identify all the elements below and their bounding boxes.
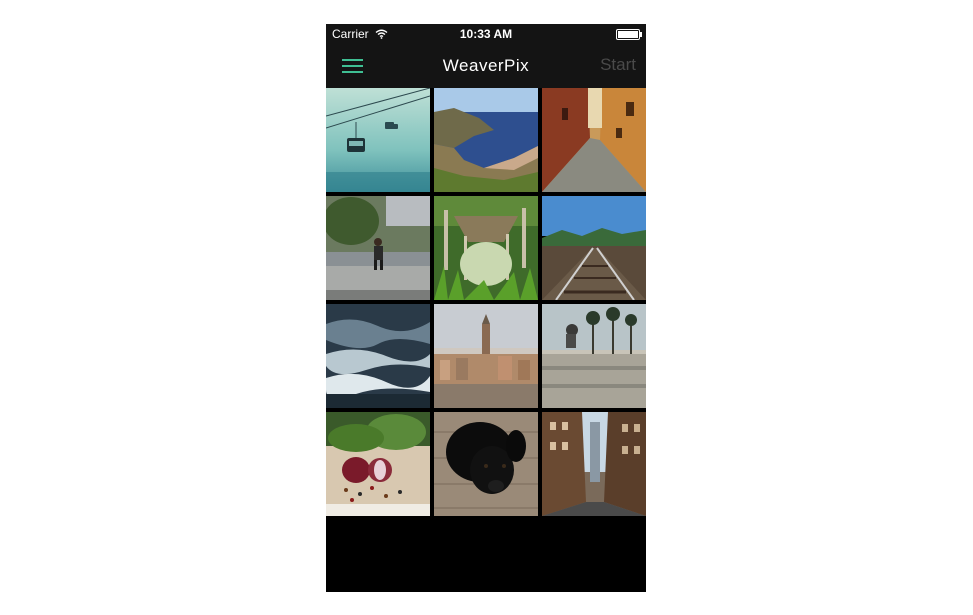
- photo-tile[interactable]: [434, 304, 538, 408]
- start-button[interactable]: Start: [600, 55, 636, 75]
- photo-tile[interactable]: [542, 304, 646, 408]
- skater-palms-image: [542, 304, 646, 408]
- photo-tile[interactable]: [434, 88, 538, 192]
- photo-tile[interactable]: [542, 196, 646, 300]
- wooden-pier-image: [434, 196, 538, 300]
- onion-image: [326, 412, 430, 516]
- photo-tile[interactable]: [326, 88, 430, 192]
- photo-tile[interactable]: [326, 196, 430, 300]
- photo-tile[interactable]: [434, 196, 538, 300]
- railway-image: [542, 196, 646, 300]
- phone-screen: Carrier 10:33 AM WeaverPix Start: [326, 24, 646, 592]
- status-time: 10:33 AM: [459, 27, 513, 41]
- photo-tile[interactable]: [542, 88, 646, 192]
- black-dog-image: [434, 412, 538, 516]
- city-street-image: [542, 412, 646, 516]
- photo-tile[interactable]: [326, 412, 430, 516]
- ocean-waves-image: [326, 304, 430, 408]
- photo-grid: [326, 88, 646, 516]
- app-title: WeaverPix: [442, 56, 530, 75]
- photo-tile[interactable]: [326, 304, 430, 408]
- photo-tile[interactable]: [542, 412, 646, 516]
- battery-icon: [616, 29, 642, 40]
- photo-tile[interactable]: [434, 412, 538, 516]
- city-skyline-image: [434, 304, 538, 408]
- cable-car-image: [326, 88, 430, 192]
- nav-bar: WeaverPix Start: [326, 44, 646, 88]
- coastline-image: [434, 88, 538, 192]
- old-street-image: [542, 88, 646, 192]
- person-river-image: [326, 196, 430, 300]
- status-bar: Carrier 10:33 AM: [326, 24, 646, 44]
